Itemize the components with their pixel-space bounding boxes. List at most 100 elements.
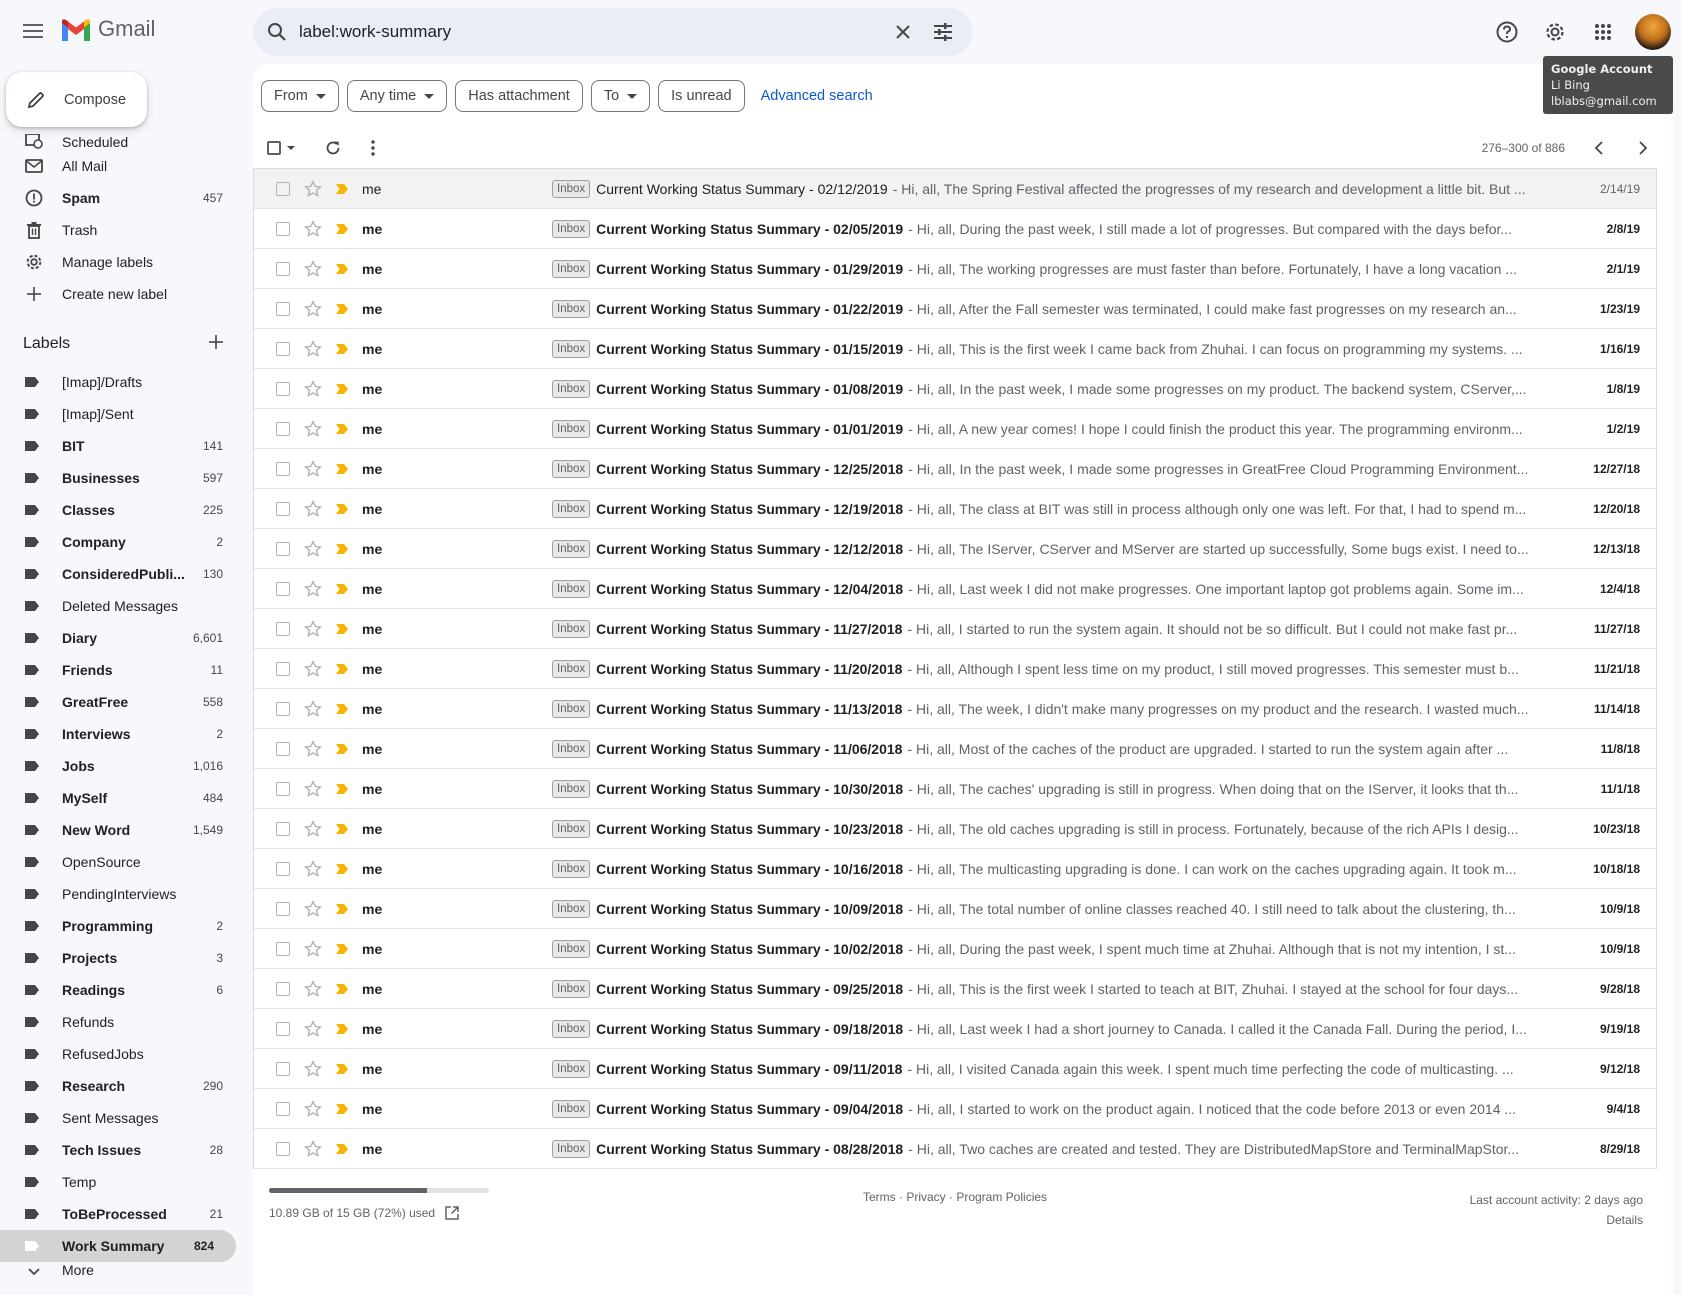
label-item[interactable]: Sent Messages — [0, 1102, 245, 1134]
email-row[interactable]: me Inbox Current Working Status Summary - … — [254, 329, 1656, 369]
inbox-badge[interactable]: Inbox — [552, 459, 591, 478]
email-row[interactable]: me Inbox Current Working Status Summary - … — [254, 449, 1656, 489]
label-item[interactable]: Tech Issues 28 — [0, 1134, 245, 1166]
label-item[interactable]: GreatFree 558 — [0, 686, 245, 718]
label-item[interactable]: Refunds — [0, 1006, 245, 1038]
email-row[interactable]: me Inbox Current Working Status Summary - … — [254, 1049, 1656, 1089]
importance-marker-icon[interactable] — [328, 903, 356, 915]
label-item[interactable]: Company 2 — [0, 526, 245, 558]
label-item[interactable]: Classes 225 — [0, 494, 245, 526]
nav-item-manage-labels[interactable]: Manage labels — [0, 246, 245, 278]
importance-marker-icon[interactable] — [328, 263, 356, 275]
support-button[interactable] — [1487, 12, 1527, 52]
star-icon[interactable] — [298, 379, 328, 398]
row-checkbox[interactable] — [254, 821, 292, 836]
row-checkbox[interactable] — [254, 661, 292, 676]
importance-marker-icon[interactable] — [328, 463, 356, 475]
email-row[interactable]: me Inbox Current Working Status Summary - … — [254, 929, 1656, 969]
inbox-badge[interactable]: Inbox — [552, 1139, 591, 1158]
select-all-checkbox[interactable] — [267, 140, 299, 156]
star-icon[interactable] — [298, 819, 328, 838]
email-row[interactable]: me Inbox Current Working Status Summary - … — [254, 569, 1656, 609]
label-item[interactable]: Work Summary 824 — [0, 1230, 236, 1262]
details-link[interactable]: Details — [1470, 1210, 1643, 1230]
star-icon[interactable] — [298, 779, 328, 798]
star-icon[interactable] — [298, 459, 328, 478]
star-icon[interactable] — [298, 339, 328, 358]
row-checkbox[interactable] — [254, 301, 292, 316]
nav-item-trash[interactable]: Trash — [0, 214, 245, 246]
inbox-badge[interactable]: Inbox — [552, 619, 591, 638]
label-item[interactable]: Temp — [0, 1166, 245, 1198]
email-row[interactable]: me Inbox Current Working Status Summary - … — [254, 689, 1656, 729]
older-button[interactable] — [1625, 130, 1661, 166]
email-row[interactable]: me Inbox Current Working Status Summary - … — [254, 609, 1656, 649]
label-item[interactable]: Diary 6,601 — [0, 622, 245, 654]
email-row[interactable]: me Inbox Current Working Status Summary - … — [254, 489, 1656, 529]
email-row[interactable]: me Inbox Current Working Status Summary - … — [254, 529, 1656, 569]
email-row[interactable]: me Inbox Current Working Status Summary - … — [254, 289, 1656, 329]
importance-marker-icon[interactable] — [328, 423, 356, 435]
label-item[interactable]: Jobs 1,016 — [0, 750, 245, 782]
star-icon[interactable] — [298, 1059, 328, 1078]
account-avatar[interactable] — [1635, 14, 1671, 50]
email-row[interactable]: me Inbox Current Working Status Summary - … — [254, 1089, 1656, 1129]
settings-button[interactable] — [1535, 12, 1575, 52]
email-row[interactable]: me Inbox Current Working Status Summary - … — [254, 169, 1656, 209]
row-checkbox[interactable] — [254, 261, 292, 276]
label-item[interactable]: BIT 141 — [0, 430, 245, 462]
search-bar[interactable]: label:work-summary — [253, 8, 973, 56]
more-actions-button[interactable] — [355, 130, 391, 166]
importance-marker-icon[interactable] — [328, 223, 356, 235]
more-button[interactable]: More — [0, 1262, 245, 1284]
inbox-badge[interactable]: Inbox — [552, 259, 591, 278]
search-icon[interactable] — [265, 20, 289, 44]
refresh-button[interactable] — [315, 130, 351, 166]
row-checkbox[interactable] — [254, 341, 292, 356]
row-checkbox[interactable] — [254, 381, 292, 396]
inbox-badge[interactable]: Inbox — [552, 419, 591, 438]
email-row[interactable]: me Inbox Current Working Status Summary - … — [254, 649, 1656, 689]
importance-marker-icon[interactable] — [328, 303, 356, 315]
row-checkbox[interactable] — [254, 621, 292, 636]
inbox-badge[interactable]: Inbox — [552, 939, 591, 958]
star-icon[interactable] — [298, 539, 328, 558]
star-icon[interactable] — [298, 899, 328, 918]
importance-marker-icon[interactable] — [328, 383, 356, 395]
label-item[interactable]: OpenSource — [0, 846, 245, 878]
nav-item-scheduled[interactable]: Scheduled — [0, 134, 245, 150]
label-item[interactable]: [Imap]/Sent — [0, 398, 245, 430]
row-checkbox[interactable] — [254, 1141, 292, 1156]
label-item[interactable]: Deleted Messages — [0, 590, 245, 622]
importance-marker-icon[interactable] — [328, 1063, 356, 1075]
email-row[interactable]: me Inbox Current Working Status Summary - … — [254, 769, 1656, 809]
row-checkbox[interactable] — [254, 941, 292, 956]
importance-marker-icon[interactable] — [328, 743, 356, 755]
email-row[interactable]: me Inbox Current Working Status Summary - … — [254, 1009, 1656, 1049]
star-icon[interactable] — [298, 299, 328, 318]
importance-marker-icon[interactable] — [328, 863, 356, 875]
star-icon[interactable] — [298, 179, 328, 198]
star-icon[interactable] — [298, 259, 328, 278]
gmail-logo[interactable]: Gmail — [60, 16, 155, 42]
importance-marker-icon[interactable] — [328, 1143, 356, 1155]
importance-marker-icon[interactable] — [328, 1103, 356, 1115]
label-item[interactable]: Interviews 2 — [0, 718, 245, 750]
inbox-badge[interactable]: Inbox — [552, 659, 591, 678]
inbox-badge[interactable]: Inbox — [552, 899, 591, 918]
importance-marker-icon[interactable] — [328, 663, 356, 675]
email-row[interactable]: me Inbox Current Working Status Summary - … — [254, 809, 1656, 849]
row-checkbox[interactable] — [254, 861, 292, 876]
label-item[interactable]: RefusedJobs — [0, 1038, 245, 1070]
label-item[interactable]: PendingInterviews — [0, 878, 245, 910]
row-checkbox[interactable] — [254, 501, 292, 516]
label-item[interactable]: Research 290 — [0, 1070, 245, 1102]
label-item[interactable]: Friends 11 — [0, 654, 245, 686]
row-checkbox[interactable] — [254, 781, 292, 796]
star-icon[interactable] — [298, 219, 328, 238]
inbox-badge[interactable]: Inbox — [552, 499, 591, 518]
row-checkbox[interactable] — [254, 461, 292, 476]
star-icon[interactable] — [298, 1019, 328, 1038]
star-icon[interactable] — [298, 1099, 328, 1118]
nav-item-spam[interactable]: Spam 457 — [0, 182, 245, 214]
